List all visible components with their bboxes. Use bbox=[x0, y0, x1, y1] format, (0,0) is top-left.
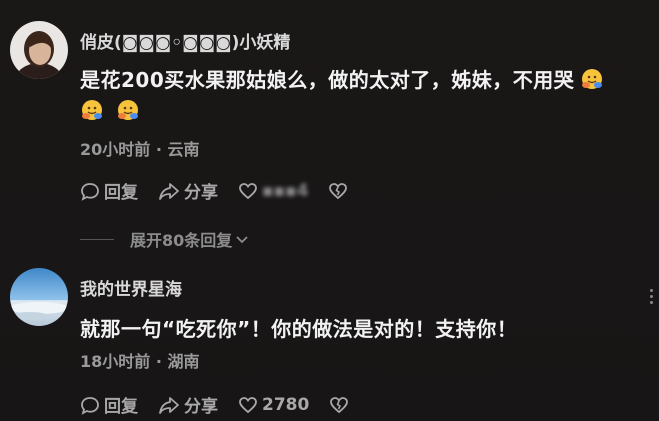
comment-author[interactable]: 俏皮(◙◙◙◦◙◙◙)小妖精 bbox=[80, 28, 290, 53]
comment-text-line: 是花200买水果那姑娘么，做的太对了，姊妹，不用哭 bbox=[80, 64, 604, 93]
hugging-face-emoji-icon bbox=[580, 67, 604, 91]
heart-icon bbox=[239, 396, 257, 413]
chevron-down-icon bbox=[236, 236, 248, 244]
reply-label: 回复 bbox=[104, 183, 138, 203]
dislike-button[interactable] bbox=[329, 395, 353, 415]
broken-heart-icon bbox=[330, 396, 349, 413]
heart-icon bbox=[239, 182, 257, 199]
share-button[interactable]: 分享 bbox=[158, 178, 218, 203]
expand-replies-button[interactable]: 展开80条回复 bbox=[80, 227, 250, 251]
hugging-face-emoji-icon bbox=[116, 98, 140, 122]
emoji-row bbox=[80, 98, 152, 122]
avatar[interactable] bbox=[10, 21, 68, 79]
share-button[interactable]: 分享 bbox=[158, 392, 218, 417]
like-button[interactable]: ▪▪▪4 bbox=[238, 181, 308, 201]
comment-text: 就那一句“吃死你”！你的做法是对的！支持你！ bbox=[80, 317, 518, 341]
hugging-face-emoji-icon bbox=[80, 98, 104, 122]
share-label: 分享 bbox=[184, 397, 218, 417]
broken-heart-icon bbox=[329, 182, 348, 199]
comment-meta: 18小时前 · 湖南 bbox=[80, 352, 200, 371]
reply-button[interactable]: 回复 bbox=[80, 392, 138, 417]
reply-label: 回复 bbox=[104, 397, 138, 417]
comment-actions: 回复 分享 2780 bbox=[80, 392, 373, 417]
like-count: 2780 bbox=[262, 394, 310, 415]
share-label: 分享 bbox=[184, 183, 218, 203]
share-arrow-icon bbox=[159, 396, 179, 414]
truncated-header-text: ▂▂▂▂▂▂ ▂▂▂▂ bbox=[0, 0, 200, 8]
comment-author[interactable]: 我的世界星海 bbox=[80, 275, 182, 300]
divider-line bbox=[80, 238, 114, 240]
speech-bubble-icon bbox=[81, 396, 99, 415]
dislike-button[interactable] bbox=[328, 181, 352, 201]
like-count: ▪▪▪4 bbox=[262, 180, 309, 201]
more-vertical-icon[interactable] bbox=[650, 289, 653, 304]
reply-button[interactable]: 回复 bbox=[80, 178, 138, 203]
comment-meta: 20小时前 · 云南 bbox=[80, 140, 200, 159]
speech-bubble-icon bbox=[81, 182, 99, 201]
comments-page: ▂▂▂▂▂▂ ▂▂▂▂ 俏皮(◙◙◙◦◙◙◙)小妖精 是花200买水果那姑娘么，… bbox=[0, 0, 659, 421]
share-arrow-icon bbox=[159, 182, 179, 200]
comment-actions: 回复 分享 ▪▪▪4 bbox=[80, 178, 372, 203]
comment-text: 是花200买水果那姑娘么，做的太对了，姊妹，不用哭 bbox=[80, 68, 575, 92]
expand-replies-label: 展开80条回复 bbox=[130, 231, 233, 250]
like-button[interactable]: 2780 bbox=[238, 395, 309, 415]
avatar[interactable] bbox=[10, 268, 68, 326]
